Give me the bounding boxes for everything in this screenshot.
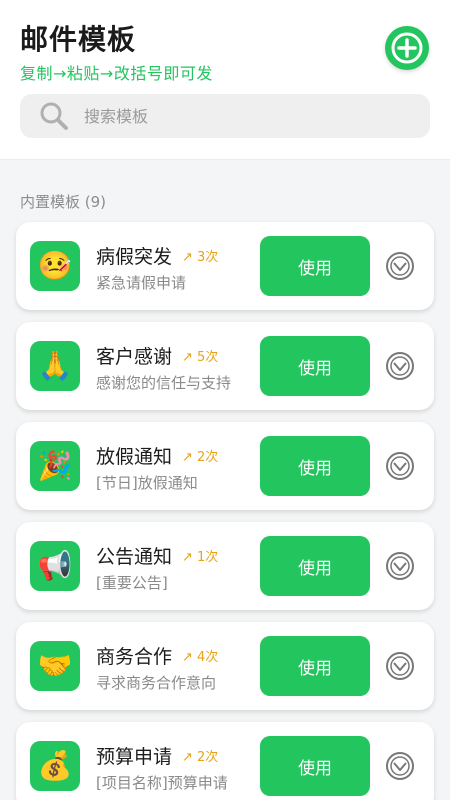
template-title: 商务合作	[96, 646, 173, 668]
chevron-down-circle-icon	[386, 352, 414, 380]
template-description: 感谢您的信任与支持	[96, 374, 232, 392]
page-subtitle: 复制→粘贴→改括号即可发	[20, 64, 213, 83]
handshake-icon: 🤝	[30, 641, 80, 691]
template-title: 公告通知	[96, 546, 173, 568]
template-title: 预算申请	[96, 746, 173, 768]
template-title: 放假通知	[96, 446, 173, 468]
usage-count: ↗ 5次	[182, 350, 219, 365]
template-title: 客户感谢	[96, 346, 173, 368]
chevron-down-circle-icon	[386, 752, 414, 780]
use-button[interactable]: 使用	[260, 236, 370, 296]
search-icon	[38, 100, 70, 132]
expand-button[interactable]	[384, 550, 416, 582]
use-button[interactable]: 使用	[260, 436, 370, 496]
template-card: 🎉 放假通知 ↗ 2次 [节日]放假通知 使用	[16, 422, 434, 510]
use-button[interactable]: 使用	[260, 636, 370, 696]
page-title: 邮件模板	[20, 23, 137, 56]
add-template-button[interactable]	[385, 26, 429, 70]
use-button[interactable]: 使用	[260, 336, 370, 396]
expand-button[interactable]	[384, 250, 416, 282]
template-description: 寻求商务合作意向	[96, 674, 217, 692]
party-popper-icon: 🎉	[30, 441, 80, 491]
template-description: [节日]放假通知	[96, 474, 198, 492]
template-card: 💰 预算申请 ↗ 2次 [项目名称]预算申请 使用	[16, 722, 434, 800]
template-card: 🙏 客户感谢 ↗ 5次 感谢您的信任与支持 使用	[16, 322, 434, 410]
sick-face-icon: 🤒	[30, 241, 80, 291]
chevron-down-circle-icon	[386, 652, 414, 680]
chevron-down-circle-icon	[386, 552, 414, 580]
usage-count: ↗ 4次	[182, 650, 219, 665]
template-description: [重要公告]	[96, 574, 168, 592]
usage-count: ↗ 3次	[182, 250, 219, 265]
expand-button[interactable]	[384, 450, 416, 482]
usage-count: ↗ 2次	[182, 450, 219, 465]
template-title: 病假突发	[96, 246, 173, 268]
section-label: 内置模板 (9)	[20, 193, 107, 211]
money-bag-icon: 💰	[30, 741, 80, 791]
search-bar[interactable]	[20, 94, 430, 138]
chevron-down-circle-icon	[386, 252, 414, 280]
expand-button[interactable]	[384, 650, 416, 682]
header: 邮件模板 复制→粘贴→改括号即可发	[0, 0, 450, 160]
expand-button[interactable]	[384, 750, 416, 782]
usage-count: ↗ 1次	[182, 550, 219, 565]
praying-hands-icon: 🙏	[30, 341, 80, 391]
expand-button[interactable]	[384, 350, 416, 382]
template-card: 🤝 商务合作 ↗ 4次 寻求商务合作意向 使用	[16, 622, 434, 710]
plus-circle-icon	[391, 32, 423, 64]
template-description: [项目名称]预算申请	[96, 774, 228, 792]
template-description: 紧急请假申请	[96, 274, 187, 292]
use-button[interactable]: 使用	[260, 736, 370, 796]
template-card: 🤒 病假突发 ↗ 3次 紧急请假申请 使用	[16, 222, 434, 310]
template-card: 📢 公告通知 ↗ 1次 [重要公告] 使用	[16, 522, 434, 610]
use-button[interactable]: 使用	[260, 536, 370, 596]
megaphone-icon: 📢	[30, 541, 80, 591]
template-list: 🤒 病假突发 ↗ 3次 紧急请假申请 使用 🙏 客户感谢 ↗ 5次 感谢您的信任…	[16, 222, 434, 800]
usage-count: ↗ 2次	[182, 750, 219, 765]
search-input[interactable]	[84, 106, 384, 126]
chevron-down-circle-icon	[386, 452, 414, 480]
